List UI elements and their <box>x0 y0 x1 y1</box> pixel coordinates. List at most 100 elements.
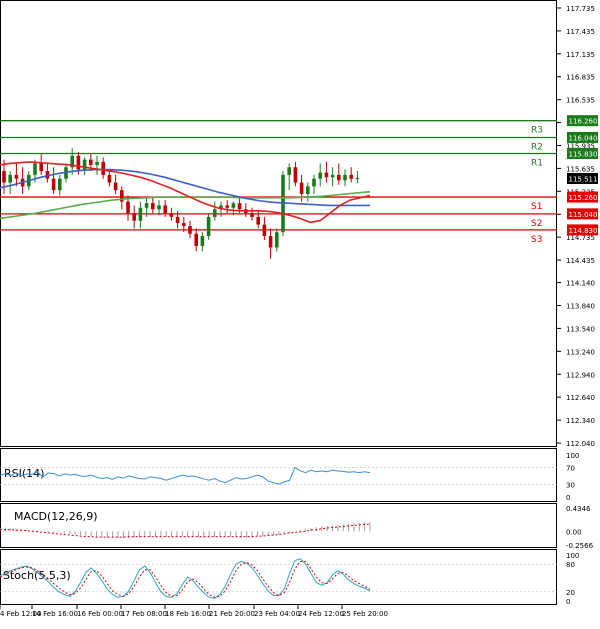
y-tick-label: 116.535 <box>566 97 595 105</box>
candle-body <box>355 177 360 179</box>
candle-body <box>275 232 279 248</box>
rsi-y-axis: 100 70 30 0 <box>566 452 579 502</box>
level-label-s3: S3 <box>531 235 542 245</box>
rsi-tick-label: 30 <box>566 481 575 489</box>
candle-body <box>157 205 161 210</box>
y-tick-label: 112.640 <box>566 394 595 402</box>
candle-body <box>2 171 6 183</box>
macd-tick-label: 0.00 <box>566 528 582 536</box>
level-label-r2: R2 <box>531 142 543 152</box>
rsi-tick-label: 70 <box>566 465 575 473</box>
forex-chart: 117.735 117.435 117.135 116.835 116.535 116.2… <box>0 0 600 624</box>
level-tag-s1: 115.260 <box>569 194 598 202</box>
candle-body <box>95 161 99 165</box>
x-tick-label: 21 Feb 20:00 <box>209 610 255 618</box>
candle-body <box>169 213 174 217</box>
candle-body <box>113 182 118 191</box>
y-tick-label: 113.840 <box>566 303 595 311</box>
main-panel-frame <box>0 0 557 447</box>
candle-body <box>225 205 229 208</box>
candle-body <box>206 216 211 237</box>
y-tick-label: 113.540 <box>566 325 595 333</box>
level-label-s1: S1 <box>531 202 542 212</box>
x-tick-label: 16 Feb 00:00 <box>77 610 123 618</box>
y-tick-label: 117.135 <box>566 51 595 59</box>
rsi-tick-label: 100 <box>566 452 579 460</box>
candle-body <box>306 186 310 194</box>
candle-body <box>287 167 291 175</box>
level-label-r1: R1 <box>531 159 543 169</box>
candle-body <box>138 207 143 221</box>
candle-body <box>231 203 236 208</box>
stoch-tick-label: 20 <box>566 589 575 597</box>
macd-tick-label: -0.2566 <box>566 542 594 550</box>
candle-body <box>213 209 217 217</box>
level-tag-r1: 115.830 <box>569 151 598 159</box>
candle-body <box>200 236 205 246</box>
x-tick-label: 18 Feb 16:00 <box>165 610 211 618</box>
candle-body <box>14 174 19 179</box>
candle-body <box>318 172 322 179</box>
candle-body <box>132 213 136 221</box>
y-tick-label: 114.140 <box>566 280 595 288</box>
y-tick-label: 112.340 <box>566 417 595 425</box>
candle-body <box>262 224 267 237</box>
x-tick-label: 14 Feb 16:00 <box>32 610 78 618</box>
stoch-y-axis: 10080 200 <box>566 552 579 606</box>
candle-body <box>101 161 105 175</box>
macd-label: MACD(12,26,9) <box>14 510 98 523</box>
candle-body <box>175 216 180 224</box>
level-tag-s2: 115.040 <box>569 211 598 219</box>
candle-body <box>188 226 192 234</box>
last-price-tag: 115.511 <box>569 176 598 184</box>
candle-body <box>107 174 112 183</box>
candle-body <box>144 203 149 208</box>
x-tick-label: 23 Feb 04:00 <box>254 610 300 618</box>
candle-body <box>330 174 335 178</box>
rsi-tick-label: 0 <box>566 494 570 502</box>
level-tag-s3: 114.830 <box>569 227 598 235</box>
x-tick-label: 17 Feb 08:00 <box>121 610 167 618</box>
stoch-label: Stoch(5,5,3) <box>3 569 71 582</box>
stoch-tick-label: 100 <box>566 552 579 560</box>
candle-body <box>337 174 341 181</box>
candle-body <box>33 163 37 175</box>
candle-body <box>51 178 56 191</box>
rsi-label: RSI(14) <box>4 467 44 480</box>
y-tick-label: 112.940 <box>566 371 595 379</box>
y-tick-label: 114.435 <box>566 257 595 265</box>
macd-tick-label: 0.4346 <box>566 505 591 513</box>
x-axis: 4 Feb 12:0014 Feb 16:00 16 Feb 00:0017 Fe… <box>0 605 388 618</box>
macd-y-axis: 0.4346 0.00 -0.2566 <box>566 505 594 550</box>
y-tick-label: 117.735 <box>566 5 595 13</box>
candle-body <box>343 174 347 181</box>
level-label-s2: S2 <box>531 219 542 229</box>
candle-body <box>39 163 43 172</box>
rsi-panel-frame <box>0 448 557 502</box>
y-tick-label: 117.435 <box>566 28 595 36</box>
y-tick-label: 115.635 <box>566 165 595 173</box>
y-tick-label: 113.240 <box>566 348 595 356</box>
x-tick-label: 25 Feb 20:00 <box>342 610 388 618</box>
candle-body <box>126 201 130 214</box>
stoch-tick-label: 80 <box>566 561 575 569</box>
stoch-tick-label: 0 <box>566 598 570 606</box>
y-tick-label: 116.835 <box>566 74 595 82</box>
level-label-r3: R3 <box>531 126 543 136</box>
candle-body <box>89 159 93 165</box>
candle-body <box>163 205 167 214</box>
candle-body <box>324 172 329 178</box>
level-tag-r2: 116.040 <box>569 134 598 142</box>
level-tag-r3: 116.260 <box>569 118 598 126</box>
candle-body <box>293 167 298 183</box>
candle-body <box>76 155 81 170</box>
candle-body <box>237 203 242 210</box>
candle-body <box>182 223 186 227</box>
candle-body <box>349 174 353 179</box>
candle-body <box>194 233 198 246</box>
candle-body <box>312 178 316 187</box>
candle-body <box>299 182 304 194</box>
candle-body <box>8 174 12 183</box>
x-tick-label: 24 Feb 12:00 <box>298 610 344 618</box>
chart-canvas: 117.735 117.435 117.135 116.835 116.535 116.2… <box>0 0 598 618</box>
